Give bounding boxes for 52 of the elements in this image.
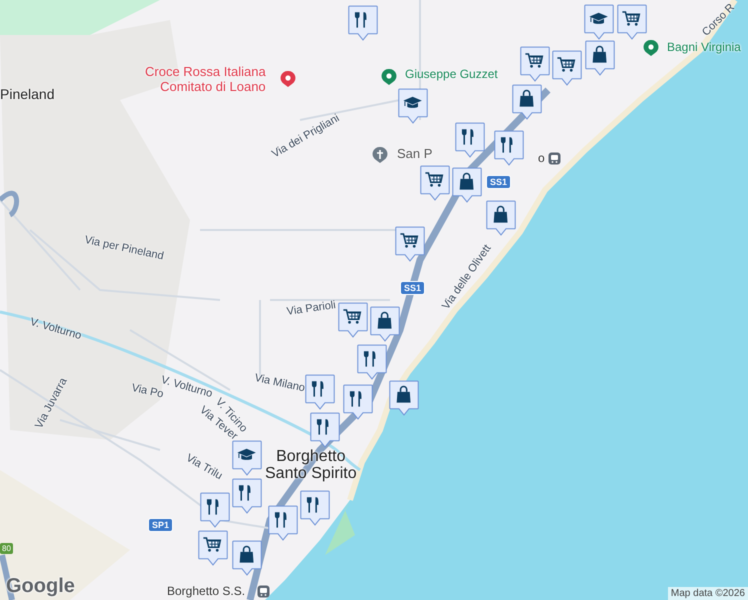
fork-knife-marker[interactable] (232, 478, 262, 514)
map-pin-icon[interactable] (280, 70, 296, 88)
shopping-cart-marker[interactable] (552, 50, 582, 86)
place-label: San P (397, 146, 432, 161)
shopping-cart-marker[interactable] (617, 4, 647, 40)
map-pin-icon[interactable] (643, 39, 659, 57)
graduation-cap-marker[interactable] (232, 440, 262, 476)
street-label: Via Parioli (286, 299, 337, 318)
road-shield: SS1 (400, 281, 426, 295)
area-label: Pineland (0, 86, 54, 102)
fork-knife-marker[interactable] (305, 374, 335, 410)
shopping-cart-marker[interactable] (198, 530, 228, 566)
street-label: Via Milano (254, 372, 306, 394)
shopping-bag-marker[interactable] (232, 540, 262, 576)
place-label: Giuseppe Guzzet (405, 67, 498, 81)
town-label: Borghetto Santo Spirito (265, 448, 357, 482)
shopping-cart-marker[interactable] (395, 226, 425, 262)
shopping-cart-marker[interactable] (520, 46, 550, 82)
road-shield: SS1 (486, 175, 512, 189)
shopping-cart-marker[interactable] (338, 302, 368, 338)
attribution-text: Map data ©2026 (668, 587, 748, 600)
fork-knife-marker[interactable] (357, 344, 387, 380)
shopping-bag-marker[interactable] (512, 84, 542, 120)
road-shield: SP1 (148, 518, 174, 532)
fork-knife-marker[interactable] (310, 412, 340, 448)
station-label: Borghetto S.S. (167, 584, 246, 598)
street-label: Via Trilu (184, 452, 224, 482)
shopping-cart-marker[interactable] (420, 165, 450, 201)
map-pin-icon[interactable] (381, 68, 397, 86)
street-label: Via per Pineland (84, 234, 165, 262)
fork-knife-marker[interactable] (268, 505, 298, 541)
shopping-bag-marker[interactable] (486, 200, 516, 236)
fork-knife-marker[interactable] (348, 5, 378, 41)
fork-knife-marker[interactable] (343, 384, 373, 420)
street-label: V. Volturno (28, 316, 83, 342)
fork-knife-marker[interactable] (455, 122, 485, 158)
shopping-bag-marker[interactable] (452, 167, 482, 203)
train-icon[interactable] (548, 152, 561, 165)
graduation-cap-marker[interactable] (584, 4, 614, 40)
graduation-cap-marker[interactable] (398, 88, 428, 124)
fork-knife-marker[interactable] (494, 130, 524, 166)
place-label: Croce Rossa Italiana Comitato di Loano (145, 64, 266, 94)
fork-knife-marker[interactable] (200, 492, 230, 528)
ramp-road (0, 190, 20, 217)
road-shield: 80 (0, 543, 13, 554)
shopping-bag-marker[interactable] (370, 306, 400, 342)
shopping-bag-marker[interactable] (585, 40, 615, 76)
cross-pin-icon[interactable] (372, 146, 388, 164)
street-label: Via Po (130, 382, 165, 400)
fork-knife-marker[interactable] (300, 490, 330, 526)
station-label: o (538, 151, 545, 165)
train-icon[interactable] (257, 585, 270, 598)
